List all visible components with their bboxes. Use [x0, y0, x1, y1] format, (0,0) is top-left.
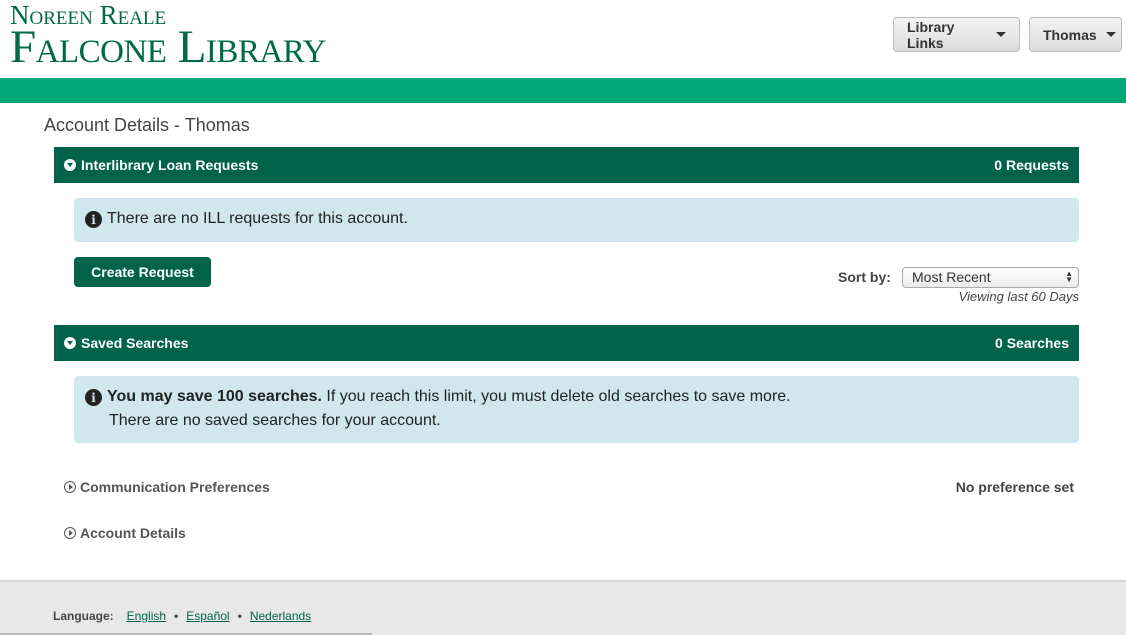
- language-link-english[interactable]: English: [127, 609, 166, 623]
- expand-chevron-icon: [64, 527, 76, 539]
- language-label: Language:: [53, 609, 114, 623]
- library-links-dropdown[interactable]: Library Links: [893, 17, 1020, 52]
- sort-select[interactable]: Most Recent ▲ ▼: [902, 267, 1079, 288]
- saved-alert-rest: If you reach this limit, you must delete…: [321, 388, 791, 405]
- site-header: Noreen Reale Falcone Library Library Lin…: [0, 0, 1126, 78]
- viewing-range-text: Viewing last 60 Days: [958, 289, 1079, 304]
- saved-searches-count: 0 Searches: [995, 335, 1069, 351]
- site-footer: Language: English • Español • Nederlands: [0, 580, 1126, 635]
- separator-dot: •: [174, 609, 179, 623]
- updown-arrows-icon: ▲ ▼: [1065, 269, 1073, 284]
- sort-selected-value: Most Recent: [912, 269, 991, 285]
- sort-label: Sort by:: [838, 269, 891, 285]
- logo-line2: Falcone Library: [10, 21, 326, 73]
- create-request-button[interactable]: Create Request: [74, 257, 211, 287]
- caret-down-icon: [1105, 32, 1116, 37]
- language-selector: Language: English • Español • Nederlands: [53, 609, 311, 623]
- collapse-chevron-icon: [64, 159, 76, 171]
- page-title: Account Details - Thomas: [44, 115, 250, 135]
- language-link-nederlands[interactable]: Nederlands: [250, 609, 311, 623]
- account-details-toggle[interactable]: Account Details: [64, 525, 186, 541]
- expand-chevron-icon: [64, 481, 76, 493]
- saved-alert-line2: There are no saved searches for your acc…: [109, 412, 441, 429]
- communication-preferences-toggle[interactable]: Communication Preferences: [64, 479, 270, 495]
- ill-panel-header[interactable]: Interlibrary Loan Requests 0 Requests: [54, 147, 1079, 183]
- ill-count: 0 Requests: [994, 157, 1069, 173]
- info-icon: i: [85, 389, 102, 406]
- accent-bar: [0, 78, 1126, 103]
- library-logo[interactable]: Noreen Reale Falcone Library: [10, 2, 326, 73]
- communication-preference-value: No preference set: [955, 479, 1074, 495]
- caret-down-icon: [996, 32, 1006, 37]
- user-menu-dropdown[interactable]: Thomas: [1029, 17, 1122, 52]
- saved-alert-bold: You may save 100 searches.: [107, 388, 322, 405]
- ill-heading: Interlibrary Loan Requests: [81, 157, 259, 173]
- language-link-espanol[interactable]: Español: [186, 609, 229, 623]
- saved-searches-panel-header[interactable]: Saved Searches 0 Searches: [54, 325, 1079, 361]
- account-details-label: Account Details: [80, 525, 186, 541]
- saved-searches-alert: i You may save 100 searches. If you reac…: [74, 376, 1079, 443]
- separator-dot: •: [237, 609, 242, 623]
- info-icon: i: [85, 211, 102, 228]
- saved-alert-line1: You may save 100 searches. If you reach …: [107, 388, 791, 406]
- saved-searches-heading: Saved Searches: [81, 335, 189, 351]
- collapse-chevron-icon: [64, 337, 76, 349]
- user-menu-label: Thomas: [1043, 26, 1097, 43]
- ill-alert-text: There are no ILL requests for this accou…: [107, 210, 408, 227]
- ill-alert: i There are no ILL requests for this acc…: [74, 198, 1079, 242]
- library-links-label: Library Links: [907, 18, 955, 51]
- communication-preferences-label: Communication Preferences: [80, 479, 270, 495]
